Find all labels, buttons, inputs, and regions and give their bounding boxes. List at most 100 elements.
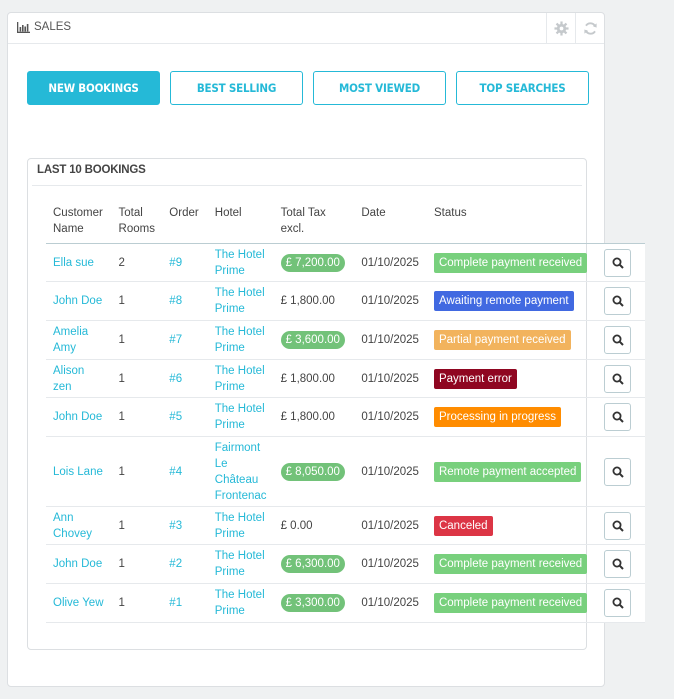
customer-name-link[interactable]: Alison zen (46, 359, 112, 398)
view-button[interactable] (604, 287, 632, 315)
hotel-link[interactable]: The Hotel Prime (207, 320, 274, 360)
total-value: £ 1,800.00 (280, 372, 335, 385)
booking-date: 01/10/2025 (354, 583, 427, 623)
actions-cell (597, 397, 645, 437)
actions-cell (597, 506, 645, 545)
table-row[interactable]: John Doe 1 #8 The Hotel Prime £ 1,800.00 01/1… (46, 281, 645, 321)
hotel-link[interactable]: The Hotel Prime (207, 583, 274, 623)
status-cell: Remote payment accepted (426, 436, 598, 507)
total-value: £ 1,800.00 (280, 295, 335, 307)
customer-name-link[interactable]: John Doe (46, 544, 112, 584)
order-link[interactable]: #4 (162, 436, 208, 507)
status-badge: Canceled (433, 515, 493, 536)
divider (32, 185, 582, 186)
refresh-icon[interactable] (575, 13, 604, 43)
total-rooms: 1 (111, 544, 163, 584)
search-icon (612, 373, 624, 385)
booking-date: 01/10/2025 (354, 397, 427, 437)
view-button[interactable] (604, 511, 632, 540)
total-tax-excl: £ 3,300.00 (273, 583, 355, 623)
gear-icon[interactable] (546, 13, 575, 43)
search-icon (612, 558, 624, 570)
status-badge: Payment error (433, 368, 517, 389)
bookings-title: LAST 10 BOOKINGS (37, 164, 146, 176)
hotel-link[interactable]: The Hotel Prime (207, 544, 274, 584)
tab-top-searches[interactable]: TOP SEARCHES (456, 71, 589, 105)
view-button[interactable] (604, 248, 632, 277)
status-badge: Complete payment received (433, 593, 588, 613)
hotel-link[interactable]: The Hotel Prime (207, 359, 274, 398)
total-badge: £ 7,200.00 (280, 253, 345, 272)
status-cell: Complete payment received (426, 243, 598, 282)
order-link[interactable]: #6 (162, 359, 208, 398)
table-row[interactable]: Alison zen 1 #6 The Hotel Prime £ 1,800.00 01… (46, 359, 645, 398)
hotel-link[interactable]: The Hotel Prime (207, 243, 274, 282)
total-tax-excl: £ 7,200.00 (273, 243, 355, 282)
table-row[interactable]: Olive Yew 1 #1 The Hotel Prime £ 3,300.00 01/… (46, 583, 645, 623)
search-icon (612, 334, 624, 346)
order-link[interactable]: #1 (162, 583, 208, 623)
customer-name-link[interactable]: Lois Lane (46, 436, 112, 507)
order-link[interactable]: #8 (162, 281, 208, 321)
panel-title-text: SALES (34, 21, 72, 33)
booking-date: 01/10/2025 (354, 544, 427, 584)
customer-name-link[interactable]: Ella sue (46, 243, 112, 282)
view-button[interactable] (604, 326, 632, 354)
actions-cell (597, 436, 645, 507)
total-rooms: 1 (111, 397, 163, 437)
bookings-table: Customer Name Total Rooms Order Hotel To… (46, 199, 645, 623)
view-button[interactable] (604, 550, 632, 578)
hotel-link[interactable]: The Hotel Prime (207, 397, 274, 437)
order-link[interactable]: #5 (162, 397, 208, 437)
booking-date: 01/10/2025 (354, 320, 427, 360)
order-link[interactable]: #7 (162, 320, 208, 360)
status-cell: Processing in progress (426, 397, 598, 437)
status-badge: Awaiting remote payment (433, 291, 574, 311)
view-button[interactable] (604, 403, 632, 431)
status-badge: Complete payment received (433, 554, 588, 574)
customer-name-link[interactable]: Olive Yew (46, 583, 112, 623)
status-cell: Complete payment received (426, 544, 598, 584)
customer-name-link[interactable]: John Doe (46, 281, 112, 321)
customer-name-link[interactable]: John Doe (46, 397, 112, 437)
total-tax-excl: £ 3,600.00 (273, 320, 355, 360)
search-icon (612, 295, 624, 307)
booking-date: 01/10/2025 (354, 506, 427, 545)
view-button[interactable] (604, 457, 632, 486)
hotel-link[interactable]: The Hotel Prime (207, 506, 274, 545)
column-header-order: Order (162, 199, 208, 244)
customer-name-link[interactable]: Amelia Amy (46, 320, 112, 360)
total-badge: £ 6,300.00 (280, 555, 345, 573)
table-row[interactable]: John Doe 1 #2 The Hotel Prime £ 6,300.00 01/1… (46, 544, 645, 584)
status-cell: Partial payment received (426, 320, 598, 360)
order-link[interactable]: #2 (162, 544, 208, 584)
view-button[interactable] (604, 589, 632, 617)
tab-new-bookings[interactable]: NEW BOOKINGS (27, 71, 160, 105)
panel-header: SALES (8, 13, 604, 44)
status-cell: Awaiting remote payment (426, 281, 598, 321)
table-row[interactable]: Lois Lane 1 #4 Fairmont Le Château Frontena… (46, 436, 645, 507)
column-header-hotel: Hotel (207, 199, 274, 244)
status-badge: Complete payment received (433, 252, 588, 273)
table-row[interactable]: Amelia Amy 1 #7 The Hotel Prime £ 3,600.00 01… (46, 320, 645, 360)
actions-cell (597, 359, 645, 398)
search-icon (612, 520, 624, 532)
table-row[interactable]: John Doe 1 #5 The Hotel Prime £ 1,800.00 01/1… (46, 397, 645, 437)
status-cell: Canceled (426, 506, 598, 545)
order-link[interactable]: #3 (162, 506, 208, 545)
panel-title: SALES (17, 21, 71, 33)
tab-best-selling[interactable]: BEST SELLING (170, 71, 303, 105)
table-row[interactable]: Ella sue 2 #9 The Hotel Prime £ 7,200.00 01/1… (46, 243, 645, 282)
booking-date: 01/10/2025 (354, 436, 427, 507)
order-link[interactable]: #9 (162, 243, 208, 282)
tab-most-viewed[interactable]: MOST VIEWED (313, 71, 446, 105)
hotel-link[interactable]: Fairmont Le Château Frontenac (207, 436, 274, 507)
total-tax-excl: £ 1,800.00 (273, 397, 355, 437)
total-rooms: 1 (111, 436, 163, 507)
total-badge: £ 8,050.00 (280, 462, 345, 481)
view-button[interactable] (604, 364, 632, 393)
total-value: £ 0.00 (280, 519, 313, 532)
customer-name-link[interactable]: Ann Chovey (46, 506, 112, 545)
table-row[interactable]: Ann Chovey 1 #3 The Hotel Prime £ 0.00 01/10/… (46, 506, 645, 545)
hotel-link[interactable]: The Hotel Prime (207, 281, 274, 321)
